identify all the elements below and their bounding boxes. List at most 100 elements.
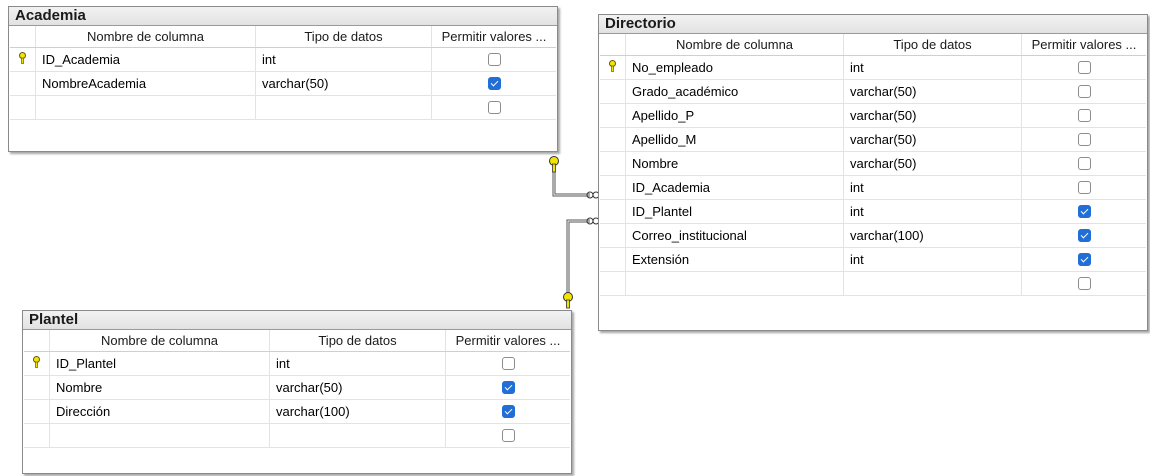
row-selector[interactable]	[600, 152, 626, 175]
row-selector[interactable]	[600, 200, 626, 223]
allow-nulls-checkbox[interactable]	[1077, 277, 1091, 290]
column-name-cell[interactable]: ID_Academia	[626, 176, 844, 199]
header-row: Nombre de columna Tipo de datos Permitir…	[24, 330, 570, 352]
row-selector[interactable]	[600, 272, 626, 295]
table-title: Academia	[9, 7, 557, 26]
column-name-cell[interactable]: Nombre	[50, 376, 270, 399]
row-selector[interactable]	[600, 248, 626, 271]
table-row[interactable]	[24, 424, 570, 448]
allow-nulls-checkbox[interactable]	[1077, 157, 1091, 170]
allow-nulls-checkbox[interactable]	[1077, 85, 1091, 98]
allow-nulls-cell	[1022, 224, 1146, 247]
data-type-cell[interactable]: varchar(50)	[844, 80, 1022, 103]
data-type-cell[interactable]: varchar(50)	[256, 72, 432, 95]
relationship-plantel-directorio[interactable]	[566, 219, 590, 300]
table-row[interactable]: Extensión int	[600, 248, 1146, 272]
data-type-cell[interactable]: int	[844, 176, 1022, 199]
allow-nulls-checkbox[interactable]	[1077, 229, 1091, 242]
data-type-cell[interactable]: varchar(50)	[270, 376, 446, 399]
table-row[interactable]: ID_Academia int	[600, 176, 1146, 200]
data-type-cell[interactable]: int	[256, 48, 432, 71]
primary-key-icon	[18, 52, 27, 67]
column-name-cell[interactable]: No_empleado	[626, 56, 844, 79]
row-selector-header	[600, 34, 626, 55]
row-selector[interactable]	[600, 104, 626, 127]
allow-nulls-checkbox[interactable]	[1077, 181, 1091, 194]
allow-nulls-checkbox[interactable]	[501, 405, 515, 418]
column-name-cell[interactable]: Correo_institucional	[626, 224, 844, 247]
table-row[interactable]	[10, 96, 556, 120]
table-row[interactable]: Apellido_P varchar(50)	[600, 104, 1146, 128]
allow-nulls-checkbox[interactable]	[1077, 133, 1091, 146]
allow-nulls-checkbox[interactable]	[501, 381, 515, 394]
row-selector[interactable]	[600, 80, 626, 103]
table-row[interactable]: ID_Plantel int	[24, 352, 570, 376]
row-selector[interactable]	[600, 56, 626, 79]
allow-nulls-cell	[432, 72, 556, 95]
table-plantel[interactable]: Plantel Nombre de columna Tipo de datos …	[22, 310, 572, 474]
row-selector[interactable]	[600, 224, 626, 247]
data-type-cell[interactable]	[256, 96, 432, 119]
table-row[interactable]: Nombre varchar(50)	[24, 376, 570, 400]
allow-nulls-checkbox[interactable]	[501, 429, 515, 442]
data-type-cell[interactable]: int	[270, 352, 446, 375]
allow-nulls-cell	[1022, 272, 1146, 295]
column-name-cell[interactable]	[36, 96, 256, 119]
table-row[interactable]: Correo_institucional varchar(100)	[600, 224, 1146, 248]
column-name-cell[interactable]: Extensión	[626, 248, 844, 271]
row-selector[interactable]	[600, 128, 626, 151]
column-name-cell[interactable]: Apellido_M	[626, 128, 844, 151]
row-selector[interactable]	[24, 376, 50, 399]
table-row[interactable]: No_empleado int	[600, 56, 1146, 80]
allow-nulls-header: Permitir valores ...	[455, 333, 561, 348]
table-directorio[interactable]: Directorio Nombre de columna Tipo de dat…	[598, 14, 1148, 331]
allow-nulls-checkbox[interactable]	[487, 77, 501, 90]
data-type-cell[interactable]: varchar(50)	[844, 152, 1022, 175]
data-type-cell[interactable]: int	[844, 56, 1022, 79]
allow-nulls-checkbox[interactable]	[1077, 253, 1091, 266]
table-row[interactable]	[600, 272, 1146, 296]
column-name-cell[interactable]	[626, 272, 844, 295]
column-name-cell[interactable]	[50, 424, 270, 447]
data-type-cell[interactable]: int	[844, 200, 1022, 223]
column-name-cell[interactable]: NombreAcademia	[36, 72, 256, 95]
allow-nulls-checkbox[interactable]	[487, 53, 501, 66]
row-selector[interactable]	[10, 48, 36, 71]
table-row[interactable]: Nombre varchar(50)	[600, 152, 1146, 176]
data-type-cell[interactable]	[844, 272, 1022, 295]
column-name-cell[interactable]: ID_Plantel	[50, 352, 270, 375]
column-name-cell[interactable]: ID_Plantel	[626, 200, 844, 223]
data-type-cell[interactable]: varchar(50)	[844, 128, 1022, 151]
data-type-cell[interactable]	[270, 424, 446, 447]
data-type-cell[interactable]: varchar(100)	[844, 224, 1022, 247]
row-selector[interactable]	[24, 352, 50, 375]
table-row[interactable]: NombreAcademia varchar(50)	[10, 72, 556, 96]
table-academia[interactable]: Academia Nombre de columna Tipo de datos…	[8, 6, 558, 152]
column-name-cell[interactable]: Apellido_P	[626, 104, 844, 127]
data-type-cell[interactable]: varchar(100)	[270, 400, 446, 423]
table-row[interactable]: Apellido_M varchar(50)	[600, 128, 1146, 152]
column-name-cell[interactable]: Dirección	[50, 400, 270, 423]
column-name-cell[interactable]: Nombre	[626, 152, 844, 175]
row-selector[interactable]	[600, 176, 626, 199]
table-row[interactable]: Grado_académico varchar(50)	[600, 80, 1146, 104]
column-name-cell[interactable]: ID_Academia	[36, 48, 256, 71]
allow-nulls-checkbox[interactable]	[1077, 205, 1091, 218]
allow-nulls-checkbox[interactable]	[1077, 61, 1091, 74]
row-selector[interactable]	[24, 424, 50, 447]
allow-nulls-checkbox[interactable]	[487, 101, 501, 114]
data-type-cell[interactable]: int	[844, 248, 1022, 271]
allow-nulls-checkbox[interactable]	[1077, 109, 1091, 122]
table-row[interactable]: ID_Academia int	[10, 48, 556, 72]
row-selector[interactable]	[10, 72, 36, 95]
table-row[interactable]: ID_Plantel int	[600, 200, 1146, 224]
allow-nulls-checkbox[interactable]	[501, 357, 515, 370]
primary-key-icon	[608, 60, 617, 75]
relationship-academia-directorio[interactable]	[552, 166, 590, 197]
row-selector[interactable]	[24, 400, 50, 423]
allow-nulls-header: Permitir valores ...	[441, 29, 547, 44]
row-selector[interactable]	[10, 96, 36, 119]
column-name-cell[interactable]: Grado_académico	[626, 80, 844, 103]
data-type-cell[interactable]: varchar(50)	[844, 104, 1022, 127]
table-row[interactable]: Dirección varchar(100)	[24, 400, 570, 424]
